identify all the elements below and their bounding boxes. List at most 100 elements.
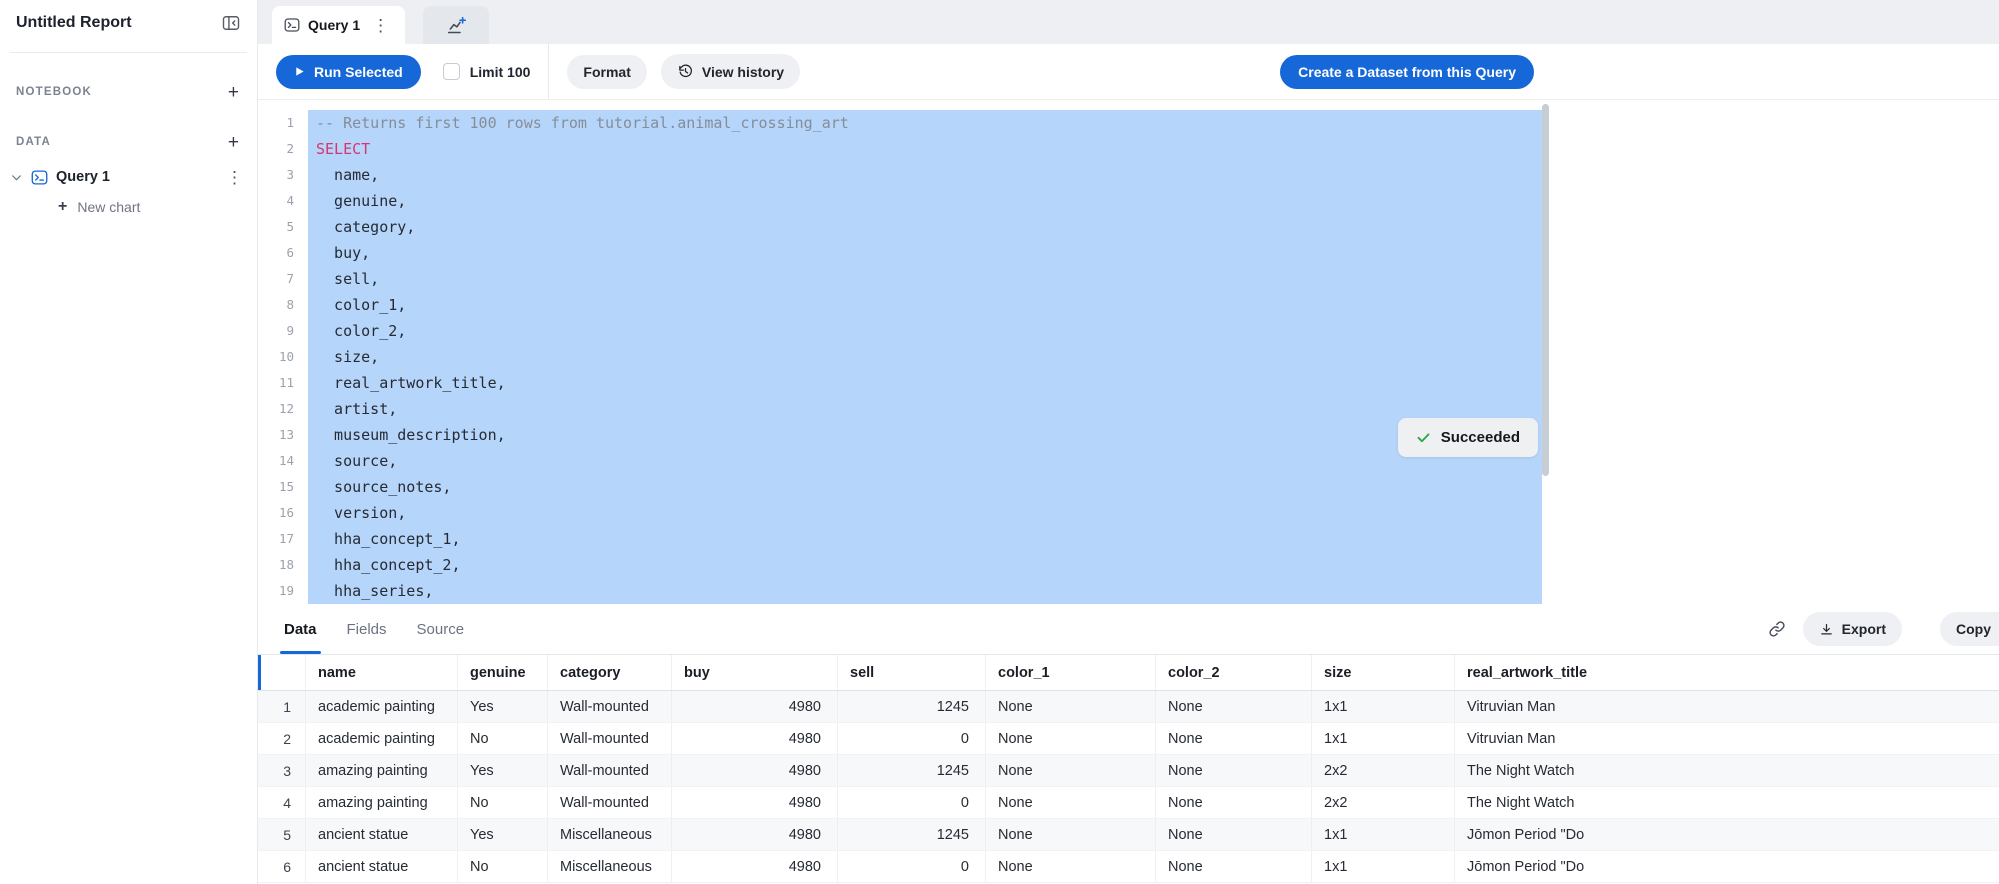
code-line[interactable]: name,: [308, 162, 1542, 188]
chart-plus-icon: [446, 15, 467, 36]
column-header[interactable]: size: [1312, 655, 1455, 690]
code-line[interactable]: sell,: [308, 266, 1542, 292]
editor-row: 6 buy,: [258, 240, 1552, 266]
column-header[interactable]: sell: [838, 655, 986, 690]
editor-row: 13 museum_description,: [258, 422, 1552, 448]
table-cell: 1x1: [1312, 851, 1455, 882]
add-notebook-cell-button[interactable]: +: [224, 83, 243, 102]
line-number: 17: [258, 526, 308, 552]
line-number: 18: [258, 552, 308, 578]
table-cell: The Night Watch: [1455, 755, 1999, 786]
code-line[interactable]: color_1,: [308, 292, 1542, 318]
tab-query-1[interactable]: Query 1 ⋮: [272, 6, 405, 44]
tab-new-chart[interactable]: [423, 6, 489, 44]
create-dataset-button[interactable]: Create a Dataset from this Query: [1280, 55, 1534, 89]
table-cell: 4980: [672, 819, 838, 850]
line-number: 3: [258, 162, 308, 188]
table-row[interactable]: 1academic paintingYesWall-mounted4980124…: [258, 691, 1999, 723]
sql-editor-lines: 1-- Returns first 100 rows from tutorial…: [258, 110, 1552, 604]
code-line[interactable]: SELECT: [308, 136, 1542, 162]
status-text: Succeeded: [1441, 429, 1520, 446]
link-button[interactable]: [1763, 615, 1791, 643]
line-number: 8: [258, 292, 308, 318]
table-cell: None: [1156, 787, 1312, 818]
header-accent-bar: [258, 655, 261, 690]
table-row[interactable]: 5ancient statueYesMiscellaneous49801245N…: [258, 819, 1999, 851]
editor-row: 1-- Returns first 100 rows from tutorial…: [258, 110, 1552, 136]
sql-editor[interactable]: 1-- Returns first 100 rows from tutorial…: [258, 100, 1552, 604]
column-header[interactable]: buy: [672, 655, 838, 690]
table-cell: Vitruvian Man: [1455, 691, 1999, 722]
chevron-down-icon[interactable]: [10, 171, 23, 184]
row-number: 5: [258, 819, 306, 850]
editor-row: 18 hha_concept_2,: [258, 552, 1552, 578]
code-line[interactable]: genuine,: [308, 188, 1542, 214]
table-cell: None: [1156, 755, 1312, 786]
add-data-source-button[interactable]: +: [224, 133, 243, 152]
code-line[interactable]: source,: [308, 448, 1542, 474]
format-button[interactable]: Format: [567, 55, 646, 89]
table-cell: Yes: [458, 755, 548, 786]
copy-button[interactable]: Copy: [1940, 612, 1999, 646]
export-button[interactable]: Export: [1803, 612, 1902, 646]
code-line[interactable]: size,: [308, 344, 1542, 370]
code-line[interactable]: version,: [308, 500, 1542, 526]
download-icon: [1819, 622, 1834, 637]
table-row[interactable]: 6ancient statueNoMiscellaneous49800NoneN…: [258, 851, 1999, 883]
line-number: 10: [258, 344, 308, 370]
new-chart-label: New chart: [77, 199, 140, 215]
code-line[interactable]: color_2,: [308, 318, 1542, 344]
table-body: 1academic paintingYesWall-mounted4980124…: [258, 691, 1999, 883]
code-line[interactable]: category,: [308, 214, 1542, 240]
editor-scrollbar[interactable]: [1542, 104, 1549, 476]
play-icon: [294, 66, 305, 77]
report-title[interactable]: Untitled Report: [16, 14, 132, 32]
sidebar-item-query-1[interactable]: Query 1 ⋮: [0, 161, 257, 193]
column-header[interactable]: name: [306, 655, 458, 690]
table-cell: amazing painting: [306, 787, 458, 818]
table-cell: No: [458, 787, 548, 818]
editor-row: 7 sell,: [258, 266, 1552, 292]
column-header[interactable]: category: [548, 655, 672, 690]
table-row[interactable]: 4amazing paintingNoWall-mounted49800None…: [258, 787, 1999, 819]
run-selected-button[interactable]: Run Selected: [276, 55, 421, 89]
tab-source[interactable]: Source: [417, 604, 465, 654]
table-cell: Jōmon Period "Do: [1455, 851, 1999, 882]
kebab-menu-icon[interactable]: ⋮: [222, 169, 247, 186]
sidebar: Untitled Report NOTEBOOK + DATA + Query …: [0, 0, 258, 884]
code-line[interactable]: -- Returns first 100 rows from tutorial.…: [308, 110, 1542, 136]
table-cell: 4980: [672, 723, 838, 754]
row-number: 3: [258, 755, 306, 786]
view-history-label: View history: [702, 64, 784, 80]
sidebar-item-new-chart[interactable]: + New chart: [0, 193, 257, 221]
view-history-button[interactable]: View history: [661, 54, 800, 89]
collapse-sidebar-button[interactable]: [217, 9, 245, 37]
row-number: 2: [258, 723, 306, 754]
code-line[interactable]: hha_concept_2,: [308, 552, 1542, 578]
code-line[interactable]: real_artwork_title,: [308, 370, 1542, 396]
limit-checkbox[interactable]: [443, 63, 460, 80]
table-cell: None: [1156, 691, 1312, 722]
notebook-section-header: NOTEBOOK +: [0, 81, 257, 103]
code-line[interactable]: source_notes,: [308, 474, 1542, 500]
column-header[interactable]: color_2: [1156, 655, 1312, 690]
copy-label: Copy: [1956, 621, 1991, 637]
code-line[interactable]: hha_concept_1,: [308, 526, 1542, 552]
table-cell: academic painting: [306, 691, 458, 722]
editor-row: 5 category,: [258, 214, 1552, 240]
table-row[interactable]: 2academic paintingNoWall-mounted49800Non…: [258, 723, 1999, 755]
tab-fields[interactable]: Fields: [347, 604, 387, 654]
table-cell: 1245: [838, 755, 986, 786]
divider: [548, 44, 549, 99]
table-cell: 4980: [672, 755, 838, 786]
code-line[interactable]: hha_series,: [308, 578, 1542, 604]
tab-data[interactable]: Data: [284, 604, 317, 654]
column-header[interactable]: real_artwork_title: [1455, 655, 1999, 690]
column-header[interactable]: color_1: [986, 655, 1156, 690]
code-line[interactable]: museum_description,: [308, 422, 1542, 448]
code-line[interactable]: artist,: [308, 396, 1542, 422]
column-header[interactable]: genuine: [458, 655, 548, 690]
table-row[interactable]: 3amazing paintingYesWall-mounted49801245…: [258, 755, 1999, 787]
kebab-menu-icon[interactable]: ⋮: [368, 17, 393, 34]
code-line[interactable]: buy,: [308, 240, 1542, 266]
